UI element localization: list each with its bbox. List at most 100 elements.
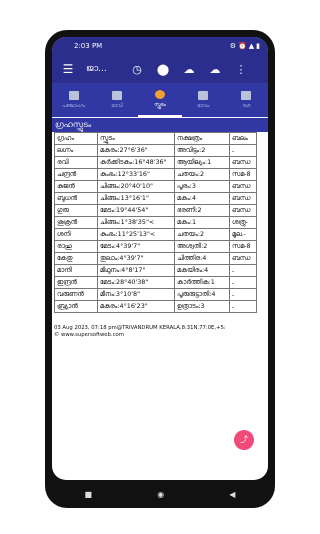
table-cell: ചതയം:2: [174, 228, 230, 241]
table-cell: മകയിരം:4: [174, 264, 230, 277]
table-cell: കർക്കിടകം:16°48'36": [97, 156, 175, 169]
table-cell: ഇന്ദ്രൻ: [54, 276, 98, 289]
table-cell: തുലാം:4°39'7": [97, 252, 175, 265]
footer-info: 03 Aug 2023, 07:18 pm@TRIVANDRUM KERALA,…: [54, 325, 268, 339]
table-header-row: ഗ്രഹം സ്ഫുടം നക്ഷത്രം ബലം: [54, 132, 257, 145]
table-cell: വരുണൻ: [54, 288, 98, 301]
table-cell: മേടം:19°44'54": [97, 204, 175, 217]
status-bar: 2:03 PM ⚙ ⏰ ▲ ▮: [52, 37, 268, 55]
calendar-icon: [68, 91, 79, 100]
table-cell: ബുധൻ: [54, 192, 98, 205]
table-cell: ശത്രു-: [229, 216, 257, 229]
table-row: ശനി കുംഭം:11°25'13"< ചതയം:2 മൂല.-: [54, 228, 257, 241]
tab-sphutam[interactable]: സ്ഫുടം: [138, 83, 182, 117]
planet-table: ഗ്രഹം സ്ഫുടം നക്ഷത്രം ബലം ലഗ്നം മകരം:27°6…: [54, 132, 257, 313]
table-cell: -: [229, 300, 257, 313]
table-cell: മകരം:4°16'23": [97, 300, 175, 313]
table-row: രവി കർക്കിടകം:16°48'36" ആയില്യം:1 ബന്ധ: [54, 156, 257, 169]
table-cell: ശുക്രൻ: [54, 216, 98, 229]
table-cell: ഭരണി:2: [174, 204, 230, 217]
app-screen: 2:03 PM ⚙ ⏰ ▲ ▮ ☰ ജാ... ◷ ⬤ ☁ ☁ ⋮ പഞ്ചാം…: [52, 37, 268, 480]
tab-label: ഭാവം: [197, 103, 210, 109]
status-icons: ⚙ ⏰ ▲ ▮: [230, 42, 260, 50]
table-header: ഗ്രഹം: [54, 132, 98, 145]
chart-icon: [198, 91, 209, 100]
table-row: കേതു തുലാം:4°39'7" ചിത്തിര:4 ബന്ധ: [54, 252, 257, 265]
location-pin-icon[interactable]: ⬤: [150, 63, 176, 76]
menu-icon[interactable]: ☰: [58, 62, 78, 76]
section-title: ഗ്രഹസ്ഫുടം: [52, 118, 268, 132]
tab-label: ദശ: [242, 103, 251, 109]
table-cell: -: [229, 276, 257, 289]
table-cell: മീനം:3°10'8": [97, 288, 175, 301]
tab-label: ഭാവി: [111, 103, 123, 109]
table-cell: ചിങ്ങം:1°38'35"<: [97, 216, 175, 229]
table-cell: കുജൻ: [54, 180, 98, 193]
table-cell: ബന്ധ: [229, 180, 257, 193]
tab-panchangam[interactable]: പഞ്ചാംഗം: [52, 83, 95, 117]
share-icon: ⤴: [240, 435, 248, 444]
table-cell: പൂരുരുട്ടാതി:4: [174, 288, 230, 301]
app-toolbar: ☰ ജാ... ◷ ⬤ ☁ ☁ ⋮: [52, 55, 268, 83]
status-time: 2:03 PM: [74, 42, 103, 50]
table-row: രാഹു മേടം:4°39'7" അശ്വതി:2 സമ-8: [54, 240, 257, 253]
clock-icon[interactable]: ◷: [124, 63, 150, 76]
tab-label: സ്ഫുടം: [154, 102, 166, 108]
tab-bhavi[interactable]: ഭാവി: [95, 83, 138, 117]
battery-icon: ▮: [256, 42, 260, 50]
table-cell: ചിങ്ങം:20°40'10": [97, 180, 175, 193]
table-cell: ബന്ധ: [229, 204, 257, 217]
tab-label: പഞ്ചാംഗം: [62, 103, 86, 109]
share-fab-button[interactable]: ⤴: [234, 430, 254, 450]
table-cell: ഗുരു: [54, 204, 98, 217]
tab-bar: പഞ്ചാംഗം ഭാവി സ്ഫുടം ഭാവം ദശ: [52, 83, 268, 117]
table-row: ബ്ര്യാൻ മകരം:4°16'23" ഉത്രാടം:3-: [54, 300, 257, 313]
app-title: ജാ...: [86, 64, 107, 74]
table-cell: -: [229, 288, 257, 301]
table-cell: സമ-8: [229, 168, 257, 181]
table-cell: കേതു: [54, 252, 98, 265]
table-cell: സമ-8: [229, 240, 257, 253]
table-cell: മേടം:28°40'38": [97, 276, 175, 289]
table-row: കുജൻ ചിങ്ങം:20°40'10" പൂരം:3 ബന്ധ: [54, 180, 257, 193]
table-cell: ബന്ധ: [229, 252, 257, 265]
table-cell: രവി: [54, 156, 98, 169]
table-cell: മകം:1: [174, 216, 230, 229]
table-cell: രാഹു: [54, 240, 98, 253]
table-cell: ലഗ്നം: [54, 144, 98, 157]
table-cell: മേടം:4°39'7": [97, 240, 175, 253]
table-header: സ്ഫുടം: [97, 132, 175, 145]
system-nav-bar: ■ ◉ ◀: [52, 482, 268, 506]
table-row: മാന്ദി മിഥുനം:4°8'17" മകയിരം:4-: [54, 264, 257, 277]
table-cell: മകരം:27°6'36": [97, 144, 175, 157]
table-cell: മാന്ദി: [54, 264, 98, 277]
phone-frame: 2:03 PM ⚙ ⏰ ▲ ▮ ☰ ജാ... ◷ ⬤ ☁ ☁ ⋮ പഞ്ചാം…: [45, 30, 275, 508]
back-icon[interactable]: ◀: [229, 490, 235, 499]
more-options-icon[interactable]: ⋮: [228, 63, 254, 76]
table-cell: ഉത്രാടം:3: [174, 300, 230, 313]
table-row: ബുധൻ ചിങ്ങം:13°16'1" മകം:4 ബന്ധ: [54, 192, 257, 205]
table-cell: അശ്വതി:2: [174, 240, 230, 253]
tab-bhavam[interactable]: ഭാവം: [182, 83, 225, 117]
tab-dasha[interactable]: ദശ: [225, 83, 268, 117]
table-cell: കുംഭം:12°33'16": [97, 168, 175, 181]
table-row: ഗുരു മേടം:19°44'54" ഭരണി:2 ബന്ധ: [54, 204, 257, 217]
home-icon[interactable]: ◉: [157, 490, 164, 499]
recents-icon[interactable]: ■: [85, 490, 93, 499]
table-row: ഇന്ദ്രൻ മേടം:28°40'38" കാർത്തിക:1-: [54, 276, 257, 289]
table-cell: ബ്ര്യാൻ: [54, 300, 98, 313]
alarm-icon: ⏰: [238, 42, 247, 50]
table-cell: -: [229, 264, 257, 277]
table-cell: ആയില്യം:1: [174, 156, 230, 169]
cloud-upload-icon[interactable]: ☁: [176, 63, 202, 76]
table-cell: ചിത്തിര:4: [174, 252, 230, 265]
table-row: വരുണൻ മീനം:3°10'8" പൂരുരുട്ടാതി:4-: [54, 288, 257, 301]
book-icon: [241, 91, 252, 100]
table-cell: കാർത്തിക:1: [174, 276, 230, 289]
cloud-download-icon[interactable]: ☁: [202, 63, 228, 76]
table-cell: ചിങ്ങം:13°16'1": [97, 192, 175, 205]
settings-icon: ⚙: [229, 42, 237, 50]
grid-icon: [111, 91, 122, 100]
planet-icon: [155, 90, 165, 99]
table-row: ലഗ്നം മകരം:27°6'36" അവിട്ടം:2-: [54, 144, 257, 157]
